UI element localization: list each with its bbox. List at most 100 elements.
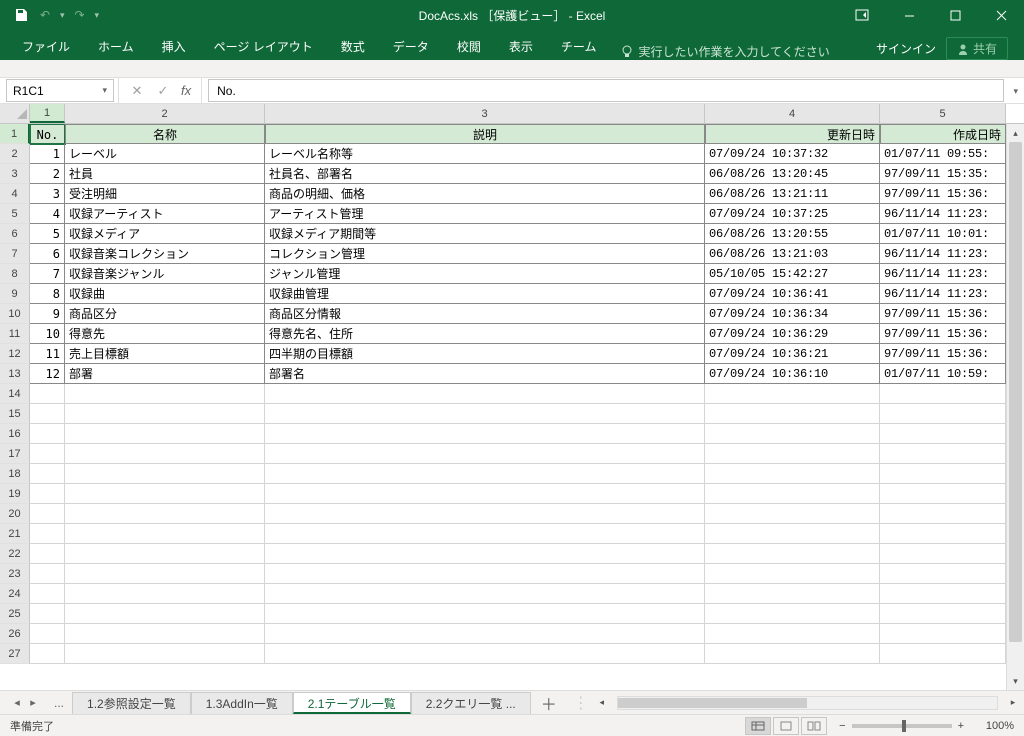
row-header[interactable]: 26 xyxy=(0,624,30,644)
column-header[interactable]: 1 xyxy=(30,104,65,123)
cell[interactable] xyxy=(65,484,265,504)
cell[interactable] xyxy=(880,504,1006,524)
cell[interactable] xyxy=(705,624,880,644)
formula-expand-icon[interactable]: ▾ xyxy=(1013,78,1018,97)
sheet-tab[interactable]: 2.2クエリ一覧 ... xyxy=(411,692,531,714)
select-all-button[interactable] xyxy=(0,104,30,123)
cell[interactable] xyxy=(265,444,705,464)
undo-icon[interactable]: ↶ xyxy=(36,6,54,24)
maximize-button[interactable] xyxy=(932,0,978,30)
cell[interactable] xyxy=(65,384,265,404)
cell[interactable] xyxy=(30,544,65,564)
cell[interactable]: 部署 xyxy=(65,364,265,384)
row-header[interactable]: 9 xyxy=(0,284,30,304)
tab-view[interactable]: 表示 xyxy=(495,32,547,60)
cell[interactable] xyxy=(705,644,880,664)
horizontal-scrollbar[interactable] xyxy=(617,696,998,710)
cell[interactable]: 収録曲管理 xyxy=(265,284,705,304)
cell[interactable]: 9 xyxy=(30,304,65,324)
tab-formulas[interactable]: 数式 xyxy=(327,32,379,60)
cell[interactable] xyxy=(30,384,65,404)
cell[interactable]: 得意先名、住所 xyxy=(265,324,705,344)
row-header[interactable]: 2 xyxy=(0,144,30,164)
row-header[interactable]: 15 xyxy=(0,404,30,424)
cell[interactable]: 11 xyxy=(30,344,65,364)
cell[interactable] xyxy=(265,644,705,664)
cell[interactable] xyxy=(705,464,880,484)
cell[interactable] xyxy=(65,524,265,544)
cell[interactable] xyxy=(265,544,705,564)
cell[interactable]: 97/09/11 15:36: xyxy=(880,304,1006,324)
row-header[interactable]: 13 xyxy=(0,364,30,384)
cell[interactable] xyxy=(265,584,705,604)
cancel-formula-icon[interactable]: ✕ xyxy=(129,83,145,99)
row-header[interactable]: 1 xyxy=(0,124,30,144)
cell[interactable]: 収録メディア xyxy=(65,224,265,244)
ribbon-display-options-icon[interactable] xyxy=(844,0,880,30)
cell[interactable]: 97/09/11 15:36: xyxy=(880,344,1006,364)
sheet-tab[interactable]: 2.1テーブル一覧 xyxy=(293,692,411,714)
cell[interactable]: 07/09/24 10:36:41 xyxy=(705,284,880,304)
cell[interactable]: 01/07/11 09:55: xyxy=(880,144,1006,164)
cell[interactable]: 07/09/24 10:36:34 xyxy=(705,304,880,324)
cell[interactable] xyxy=(880,644,1006,664)
cell[interactable] xyxy=(705,384,880,404)
scroll-down-icon[interactable]: ▾ xyxy=(1007,672,1024,690)
cell[interactable]: 01/07/11 10:01: xyxy=(880,224,1006,244)
cell[interactable]: 07/09/24 10:36:10 xyxy=(705,364,880,384)
signin-link[interactable]: サインイン xyxy=(876,40,936,57)
cell[interactable] xyxy=(880,604,1006,624)
row-header[interactable]: 25 xyxy=(0,604,30,624)
row-header[interactable]: 24 xyxy=(0,584,30,604)
cell[interactable] xyxy=(30,444,65,464)
cell[interactable]: 96/11/14 11:23: xyxy=(880,284,1006,304)
cell[interactable]: 収録音楽コレクション xyxy=(65,244,265,264)
name-box-dropdown-icon[interactable]: ▾ xyxy=(102,85,107,96)
cell[interactable]: 8 xyxy=(30,284,65,304)
sheet-tab[interactable]: 1.2参照設定一覧 xyxy=(72,692,191,714)
tab-team[interactable]: チーム xyxy=(547,32,611,60)
cell[interactable] xyxy=(265,524,705,544)
cell[interactable] xyxy=(65,504,265,524)
undo-dropdown-icon[interactable]: ▾ xyxy=(60,10,65,21)
cell[interactable] xyxy=(705,504,880,524)
save-icon[interactable] xyxy=(12,6,30,24)
row-header[interactable]: 20 xyxy=(0,504,30,524)
redo-icon[interactable]: ↷ xyxy=(71,6,89,24)
cell[interactable] xyxy=(705,604,880,624)
cell[interactable]: 売上目標額 xyxy=(65,344,265,364)
tab-page-layout[interactable]: ページ レイアウト xyxy=(200,32,327,60)
cell[interactable]: No. xyxy=(30,124,65,144)
row-header[interactable]: 3 xyxy=(0,164,30,184)
row-header[interactable]: 10 xyxy=(0,304,30,324)
row-header[interactable]: 16 xyxy=(0,424,30,444)
row-header[interactable]: 22 xyxy=(0,544,30,564)
cell[interactable]: 商品区分 xyxy=(65,304,265,324)
cell[interactable] xyxy=(30,604,65,624)
hscroll-right-icon[interactable]: ▸ xyxy=(1006,697,1020,708)
zoom-out-button[interactable]: − xyxy=(839,720,845,732)
cell[interactable]: 3 xyxy=(30,184,65,204)
share-button[interactable]: 共有 xyxy=(946,37,1008,60)
row-header[interactable]: 4 xyxy=(0,184,30,204)
cell[interactable]: 7 xyxy=(30,264,65,284)
page-layout-view-icon[interactable] xyxy=(773,717,799,735)
row-header[interactable]: 8 xyxy=(0,264,30,284)
cell[interactable] xyxy=(30,424,65,444)
cell[interactable]: 5 xyxy=(30,224,65,244)
cell[interactable] xyxy=(265,564,705,584)
new-sheet-button[interactable]: ＋ xyxy=(531,691,567,715)
cell[interactable] xyxy=(265,384,705,404)
cell[interactable]: 10 xyxy=(30,324,65,344)
cell[interactable]: 収録メディア期間等 xyxy=(265,224,705,244)
page-break-view-icon[interactable] xyxy=(801,717,827,735)
cell[interactable] xyxy=(265,604,705,624)
cell[interactable]: 96/11/14 11:23: xyxy=(880,264,1006,284)
cell[interactable] xyxy=(65,444,265,464)
sheet-nav-prev-icon[interactable]: ◂ xyxy=(10,696,24,709)
cell[interactable] xyxy=(880,384,1006,404)
cell[interactable] xyxy=(705,544,880,564)
cell[interactable] xyxy=(880,404,1006,424)
cell[interactable]: 96/11/14 11:23: xyxy=(880,244,1006,264)
cell[interactable]: 97/09/11 15:36: xyxy=(880,324,1006,344)
